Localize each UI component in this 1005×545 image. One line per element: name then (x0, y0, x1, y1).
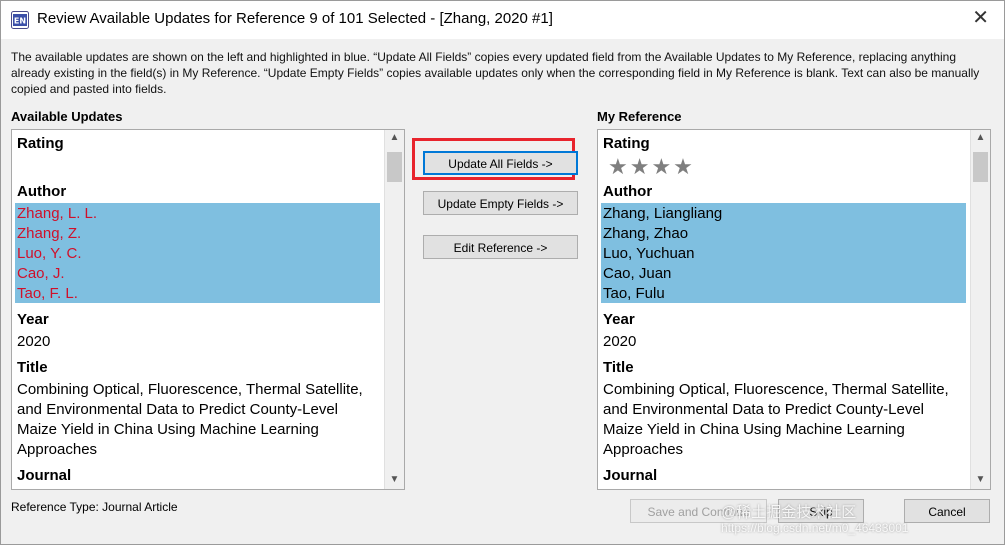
author-item[interactable]: Zhang, Liangliang (603, 205, 722, 222)
cancel-button[interactable]: Cancel (904, 499, 990, 523)
author-item[interactable]: Zhang, L. L. (17, 205, 97, 222)
update-dialog: EN Review Available Updates for Referenc… (0, 0, 1005, 545)
author-label: Author (17, 183, 67, 200)
scroll-thumb[interactable] (973, 152, 988, 182)
watermark-url: https://blog.csdn.net/m0_46433001 (721, 521, 909, 535)
title-label: Title (17, 359, 48, 376)
rating-label: Rating (17, 135, 64, 152)
close-icon[interactable]: ✕ (972, 8, 989, 28)
author-item[interactable]: Cao, J. (17, 265, 65, 282)
title-value[interactable]: Combining Optical, Fluorescence, Thermal… (17, 380, 377, 460)
rating-stars-icon[interactable]: ★★★★ (608, 154, 695, 180)
scroll-thumb[interactable] (387, 152, 402, 182)
reference-type-label: Reference Type: Journal Article (11, 500, 178, 514)
author-item[interactable]: Tao, F. L. (17, 285, 78, 302)
my-reference-header: My Reference (597, 109, 682, 124)
update-all-fields-button[interactable]: Update All Fields -> (423, 151, 578, 175)
title-label: Title (603, 359, 634, 376)
year-label: Year (17, 311, 49, 328)
svg-text:EN: EN (14, 17, 26, 26)
author-item[interactable]: Zhang, Z. (17, 225, 81, 242)
edit-reference-button[interactable]: Edit Reference -> (423, 235, 578, 259)
author-item[interactable]: Luo, Yuchuan (603, 245, 694, 262)
title-value[interactable]: Combining Optical, Fluorescence, Thermal… (603, 380, 963, 460)
journal-label: Journal (603, 467, 658, 484)
scroll-up-icon[interactable]: ▲ (385, 132, 404, 143)
instructions-text: The available updates are shown on the l… (11, 50, 980, 96)
year-value[interactable]: 2020 (603, 333, 636, 350)
update-empty-fields-button[interactable]: Update Empty Fields -> (423, 191, 578, 215)
window-title: Review Available Updates for Reference 9… (37, 10, 553, 27)
author-item[interactable]: Cao, Juan (603, 265, 671, 282)
author-item[interactable]: Luo, Y. C. (17, 245, 82, 262)
title-bar: EN Review Available Updates for Referenc… (1, 1, 1004, 39)
journal-label: Journal (17, 467, 72, 484)
scroll-down-icon[interactable]: ▼ (385, 474, 404, 485)
my-reference-panel[interactable]: Rating ★★★★ Author Zhang, Liangliang Zha… (597, 129, 991, 490)
scroll-down-icon[interactable]: ▼ (971, 474, 990, 485)
available-updates-panel[interactable]: Rating Author Zhang, L. L. Zhang, Z. Luo… (11, 129, 405, 490)
author-item[interactable]: Zhang, Zhao (603, 225, 688, 242)
year-label: Year (603, 311, 635, 328)
year-value[interactable]: 2020 (17, 333, 50, 350)
scroll-up-icon[interactable]: ▲ (971, 132, 990, 143)
scrollbar[interactable]: ▲ ▼ (970, 130, 990, 489)
author-item[interactable]: Tao, Fulu (603, 285, 665, 302)
author-label: Author (603, 183, 653, 200)
endnote-icon: EN (11, 11, 29, 29)
scrollbar[interactable]: ▲ ▼ (384, 130, 404, 489)
available-updates-header: Available Updates (11, 109, 123, 124)
watermark-text: @稀土掘金技术社区 (721, 504, 857, 521)
rating-label: Rating (603, 135, 650, 152)
